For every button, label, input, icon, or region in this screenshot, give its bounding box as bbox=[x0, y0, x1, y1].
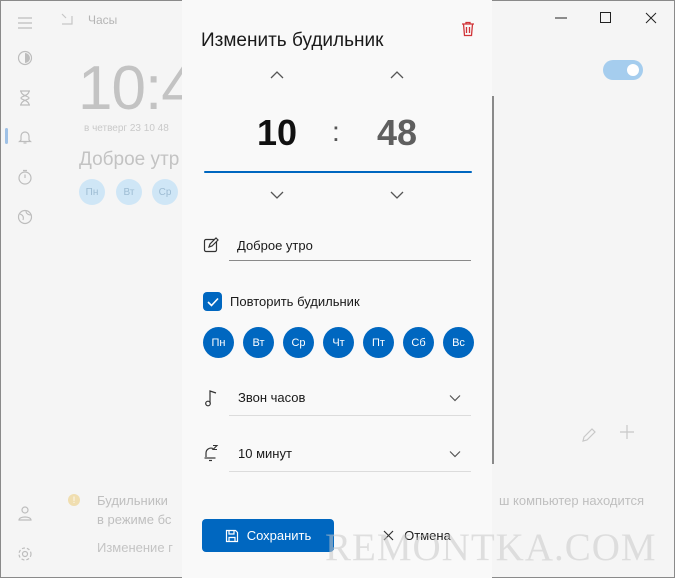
minutes-decrement-chevron-down-icon[interactable] bbox=[389, 187, 409, 201]
stopwatch-icon[interactable] bbox=[15, 167, 35, 187]
snooze-time-dropdown[interactable]: 10 минут bbox=[229, 436, 471, 472]
maximize-button[interactable] bbox=[583, 1, 629, 35]
edit-alarm-dialog: Изменить будильник 10 : 48 Доброе утро П… bbox=[182, 0, 494, 578]
cancel-button-label: Отмена bbox=[404, 528, 451, 543]
background-day-badge: Ср bbox=[152, 179, 178, 205]
app-sidebar bbox=[1, 1, 51, 578]
music-note-icon bbox=[204, 389, 218, 407]
info-notice-icon: ! bbox=[68, 494, 80, 506]
alarm-toggle-switch[interactable] bbox=[603, 60, 643, 80]
hours-increment-chevron-up-icon[interactable] bbox=[269, 67, 289, 81]
day-toggle-mon[interactable]: Пн bbox=[203, 327, 234, 358]
close-icon bbox=[383, 530, 394, 541]
repeat-alarm-checkbox[interactable] bbox=[203, 292, 222, 311]
minutes-increment-chevron-up-icon[interactable] bbox=[389, 67, 409, 81]
settings-gear-icon[interactable] bbox=[15, 544, 35, 564]
add-alarm-plus-icon[interactable] bbox=[619, 423, 635, 446]
dialog-scrollbar[interactable] bbox=[492, 96, 494, 464]
notice-text-right: ш компьютер находится bbox=[499, 493, 645, 508]
alarm-sound-value: Звон часов bbox=[238, 390, 306, 405]
repeat-alarm-label: Повторить будильник bbox=[230, 294, 360, 309]
notice-link[interactable]: Изменение г bbox=[97, 540, 173, 555]
background-day-badge: Пн bbox=[79, 179, 105, 205]
edit-name-pencil-icon bbox=[203, 237, 219, 253]
save-floppy-icon bbox=[225, 529, 238, 542]
app-logo-icon bbox=[60, 12, 74, 26]
day-toggle-fri[interactable]: Пт bbox=[363, 327, 394, 358]
snooze-icon bbox=[202, 444, 220, 462]
day-toggle-tue[interactable]: Вт bbox=[243, 327, 274, 358]
account-icon[interactable] bbox=[15, 503, 35, 523]
background-alarm-name: Доброе утр bbox=[79, 149, 180, 170]
day-toggle-sun[interactable]: Вс bbox=[443, 327, 474, 358]
focus-sessions-icon[interactable] bbox=[15, 48, 35, 68]
sidebar-active-indicator bbox=[5, 128, 8, 144]
day-toggle-sat[interactable]: Сб bbox=[403, 327, 434, 358]
background-alarm-subtitle: в четверг 23 10 48 bbox=[84, 123, 169, 134]
close-window-button[interactable] bbox=[628, 1, 674, 35]
save-button[interactable]: Сохранить bbox=[202, 519, 334, 552]
snooze-time-value: 10 минут bbox=[238, 446, 292, 461]
background-alarm-time: 10:4 bbox=[78, 54, 196, 123]
day-toggle-thu[interactable]: Чт bbox=[323, 327, 354, 358]
chevron-down-icon bbox=[449, 395, 461, 402]
alarm-sound-dropdown[interactable]: Звон часов bbox=[229, 380, 471, 416]
app-title: Часы bbox=[88, 13, 118, 27]
toggle-knob bbox=[627, 64, 639, 76]
delete-trash-icon[interactable] bbox=[459, 20, 479, 40]
chevron-down-icon bbox=[449, 451, 461, 458]
edit-alarms-pencil-icon[interactable] bbox=[581, 427, 597, 447]
day-toggle-wed[interactable]: Ср bbox=[283, 327, 314, 358]
hours-decrement-chevron-down-icon[interactable] bbox=[269, 187, 289, 201]
hamburger-menu-icon[interactable] bbox=[15, 13, 35, 33]
time-separator: : bbox=[332, 116, 340, 147]
alarm-bell-icon[interactable] bbox=[15, 127, 35, 147]
timer-hourglass-icon[interactable] bbox=[15, 88, 35, 108]
cancel-button[interactable]: Отмена bbox=[362, 519, 472, 552]
checkmark-icon bbox=[206, 297, 219, 307]
minutes-value[interactable]: 48 bbox=[342, 112, 452, 154]
background-day-badge: Вт bbox=[116, 179, 142, 205]
hours-value[interactable]: 10 bbox=[202, 112, 352, 154]
time-picker-focus-underline bbox=[204, 171, 472, 173]
notice-text-line: в режиме бс bbox=[97, 512, 172, 527]
world-clock-icon[interactable] bbox=[15, 207, 35, 227]
save-button-label: Сохранить bbox=[246, 528, 312, 543]
notice-text-line: Будильники bbox=[97, 493, 168, 508]
minimize-button[interactable] bbox=[538, 1, 584, 35]
alarm-name-input[interactable]: Доброе утро bbox=[229, 231, 471, 261]
dialog-title: Изменить будильник bbox=[201, 30, 384, 51]
